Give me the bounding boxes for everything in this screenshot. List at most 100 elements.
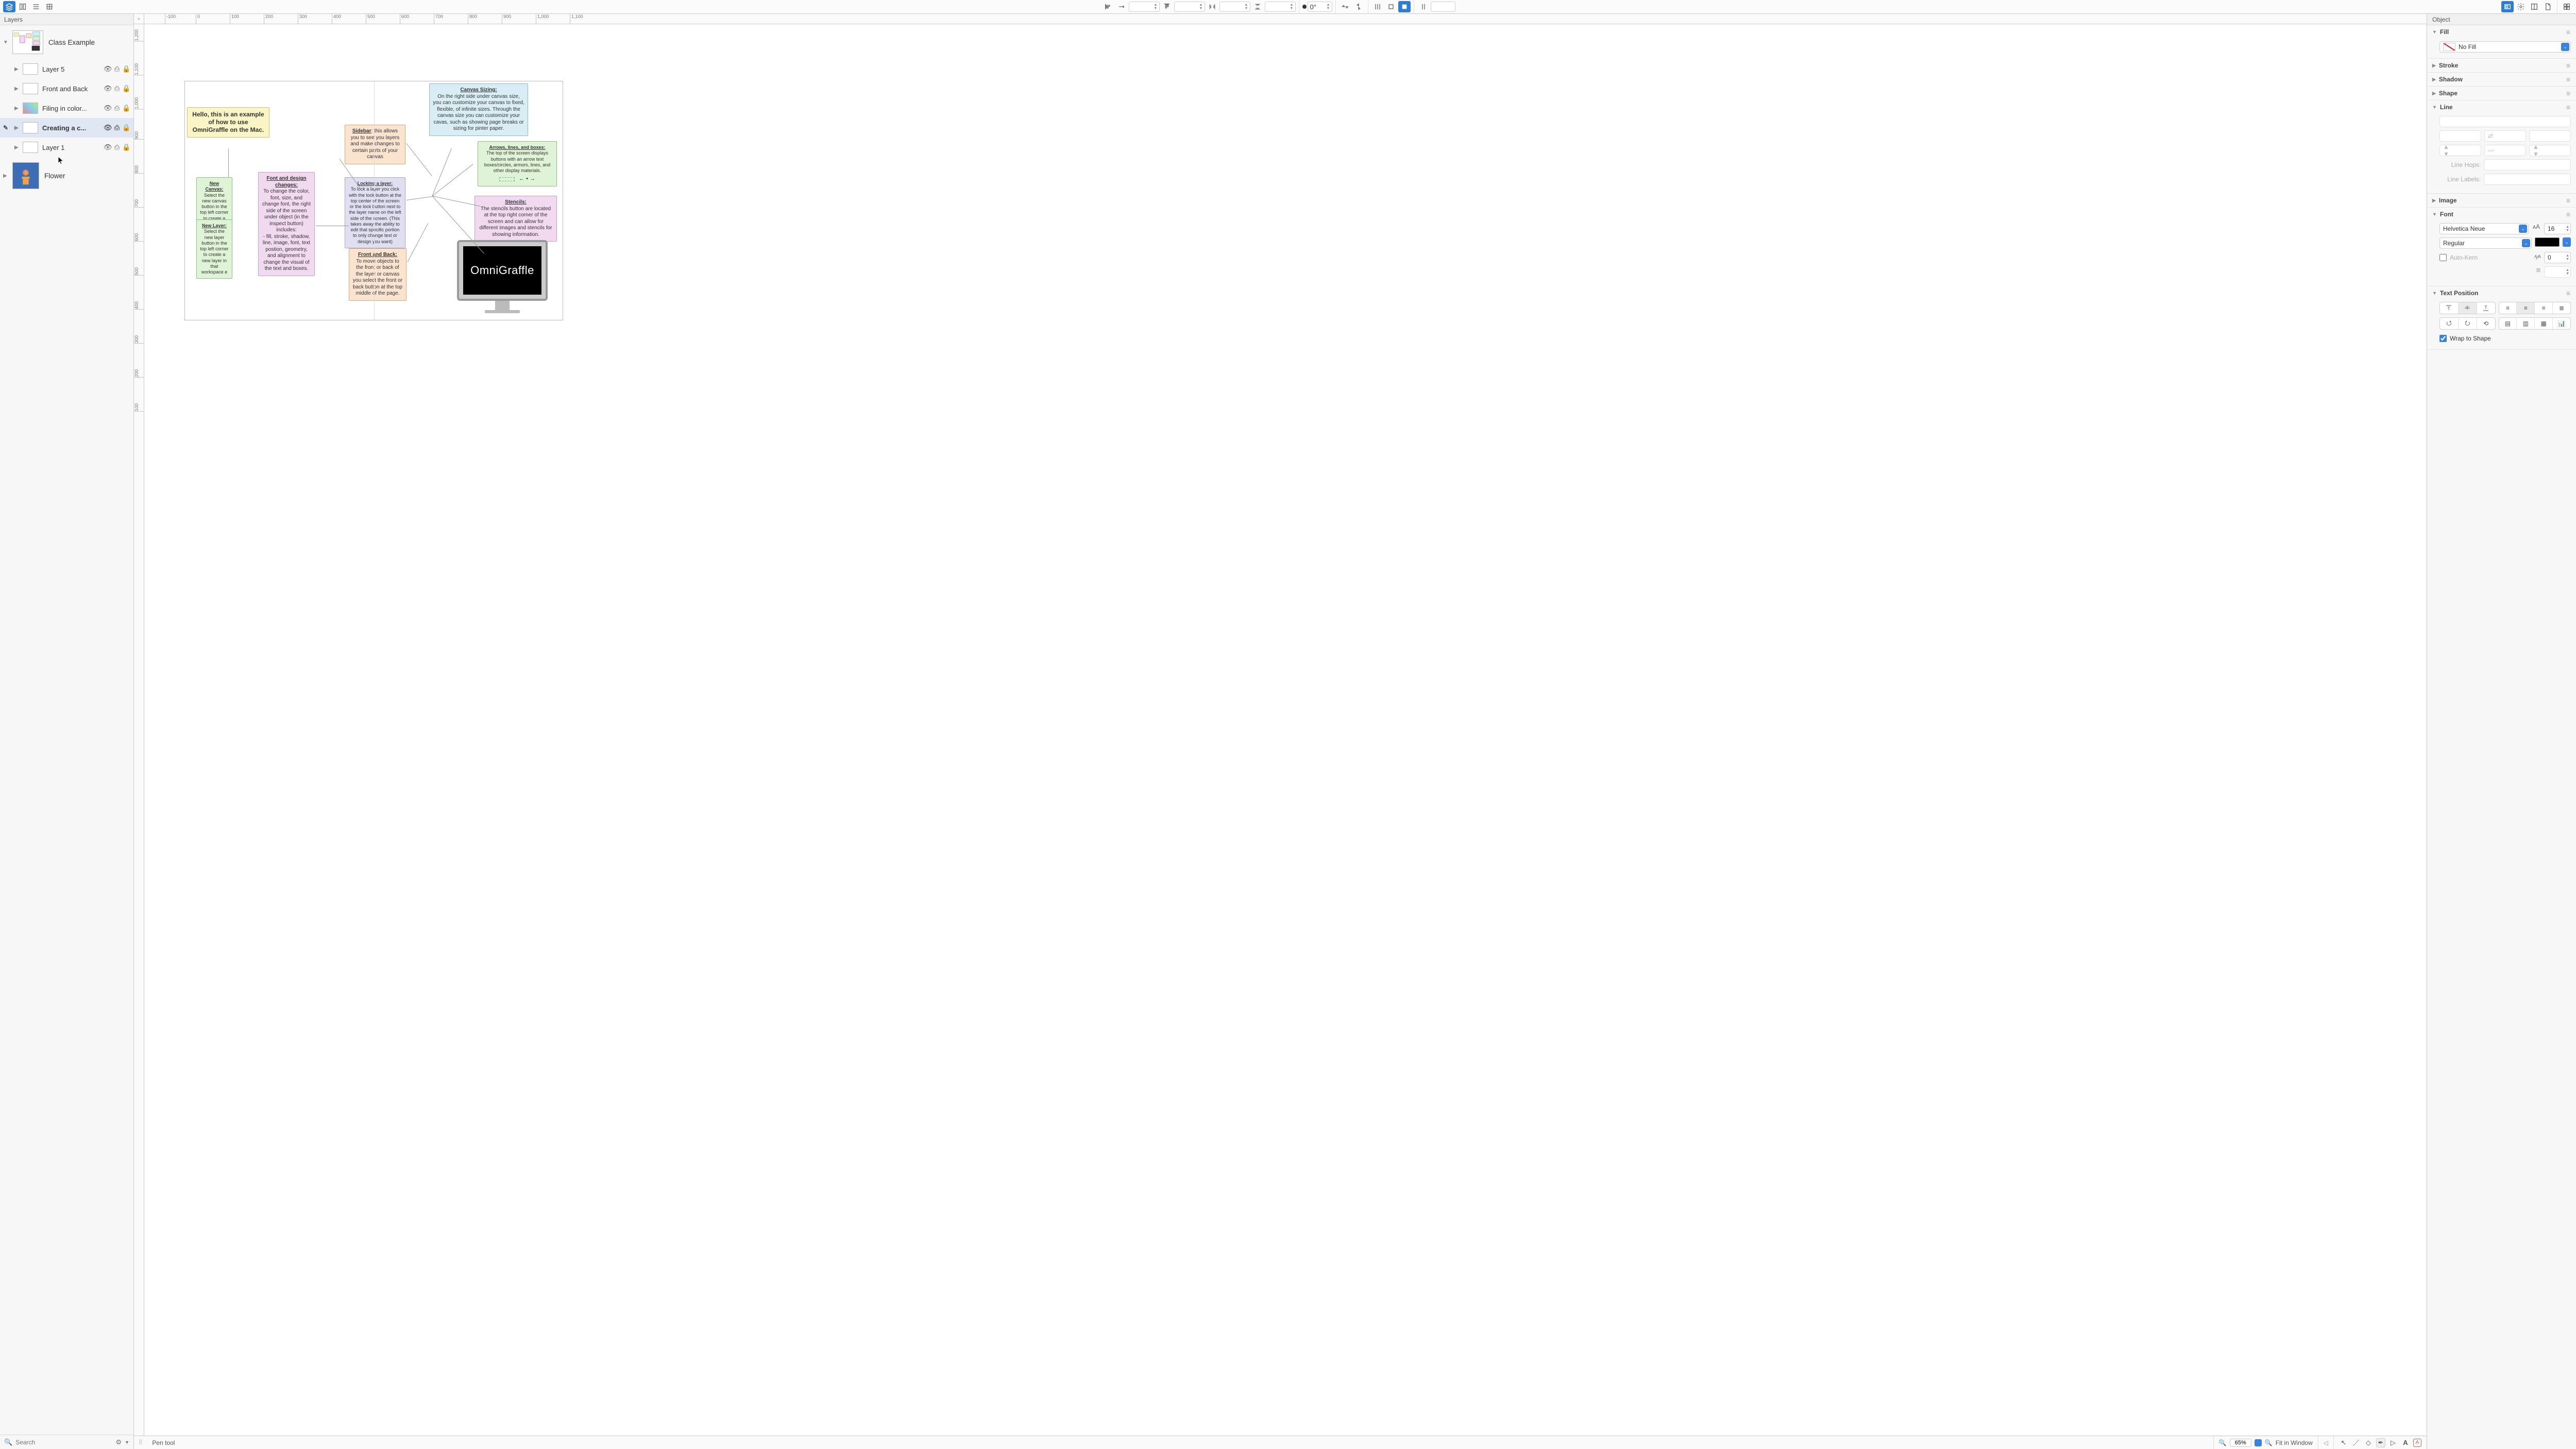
valign-bottom-icon[interactable]: T <box>2477 302 2495 314</box>
node-font[interactable]: Font and design changes: To change the c… <box>258 172 315 276</box>
rot-c-icon[interactable]: ⟲ <box>2477 318 2495 329</box>
rot-b-icon[interactable]: ⭮ <box>2458 318 2477 329</box>
font-family-select[interactable]: Helvetica Neue⌄ <box>2439 223 2529 234</box>
layer-item[interactable]: ▶ Filing in color... 👁⎙🔒 <box>0 98 133 118</box>
h-field[interactable]: ▲▼ <box>1265 2 1296 12</box>
section-options-icon[interactable]: ≡ <box>2566 28 2571 36</box>
x-field[interactable]: ▲▼ <box>1129 2 1160 12</box>
lock-icon[interactable]: 🔒 <box>122 124 130 132</box>
print-icon[interactable]: ⎙ <box>113 65 121 73</box>
font-size-field[interactable]: 16▲▼ <box>2544 223 2571 234</box>
canvas-viewport[interactable]: Hello, this is an example of how to use … <box>144 24 2427 1436</box>
sidebar-outline-icon[interactable] <box>16 1 29 12</box>
disclosure-icon[interactable]: ▶ <box>14 125 19 131</box>
flip-v-icon[interactable] <box>1352 1 1365 12</box>
tool-pen-icon[interactable]: ✒ <box>2376 1438 2385 1447</box>
tool-line-icon[interactable]: ／ <box>2351 1438 2361 1447</box>
disclosure-icon[interactable]: ▼ <box>3 40 8 45</box>
lay-b-icon[interactable]: ▥ <box>2516 318 2534 329</box>
line-size-a[interactable]: ▲▼ <box>2439 145 2481 156</box>
disclosure-icon[interactable]: ▼ <box>2432 105 2437 110</box>
node-sizing[interactable]: Canvas Sizing: On the right side under c… <box>429 83 528 136</box>
align-top-icon[interactable] <box>1161 1 1173 12</box>
lock-icon[interactable]: 🔒 <box>122 104 130 112</box>
line-end-select[interactable] <box>2529 130 2571 142</box>
group-icon[interactable] <box>1417 1 1430 12</box>
visibility-icon[interactable]: 👁 <box>104 104 112 112</box>
section-options-icon[interactable]: ≡ <box>2566 61 2571 70</box>
font-color-well[interactable] <box>2535 237 2560 247</box>
valign-middle-icon[interactable]: T <box>2458 302 2477 314</box>
canvas-item-class-example[interactable]: ▼ Class Example <box>0 25 133 59</box>
inspector-document-icon[interactable] <box>2541 1 2554 12</box>
lock-icon[interactable]: 🔒 <box>122 143 130 151</box>
inspector-canvas-icon[interactable] <box>2528 1 2540 12</box>
line-mid-select[interactable]: ⇄ <box>2484 130 2526 142</box>
lock-icon[interactable]: 🔒 <box>122 84 130 93</box>
line-size-b[interactable]: ▲▼ <box>2529 145 2571 156</box>
valign-top-icon[interactable]: T <box>2440 302 2458 314</box>
tool-selection-icon[interactable]: ↖ <box>2339 1438 2348 1447</box>
spacing-h-icon[interactable] <box>1206 1 1218 12</box>
section-options-icon[interactable]: ≡ <box>2566 196 2571 204</box>
line-type-select[interactable] <box>2439 116 2571 127</box>
halign-left-icon[interactable]: ≡ <box>2499 302 2517 314</box>
fit-window[interactable]: Fit in Window <box>2276 1439 2313 1446</box>
ruler-horizontal[interactable]: -100 0 100 200 300 400 500 600 700 800 9… <box>134 14 2427 24</box>
print-icon[interactable]: ⎙ <box>113 124 121 132</box>
tool-point-icon[interactable]: ▷ <box>2388 1438 2398 1447</box>
layer-item[interactable]: ▶ Layer 1 👁⎙🔒 <box>0 138 133 157</box>
disclosure-icon[interactable]: ▶ <box>14 106 19 111</box>
tool-text-icon[interactable]: A <box>2401 1438 2410 1447</box>
w-field[interactable]: ▲▼ <box>1219 2 1250 12</box>
auto-kern-checkbox[interactable] <box>2439 254 2447 261</box>
prev-page-icon[interactable]: ◁ <box>2324 1439 2328 1446</box>
snap-toggle-icon[interactable] <box>1385 1 1397 12</box>
node-front[interactable]: Front and Back: To move objects to the f… <box>349 248 406 301</box>
inspector-object-icon[interactable] <box>2501 1 2514 12</box>
disclosure-icon[interactable]: ▶ <box>3 173 7 179</box>
y-field[interactable]: ▲▼ <box>1174 2 1205 12</box>
zoom-in-icon[interactable]: 🔍 <box>2265 1439 2273 1446</box>
layer-item-selected[interactable]: ✎ ▶ Creating a c... 👁⎙🔒 <box>0 118 133 138</box>
disclosure-icon[interactable]: ▶ <box>2432 77 2436 82</box>
section-options-icon[interactable]: ≡ <box>2566 89 2571 97</box>
opacity-field[interactable] <box>1431 2 1455 12</box>
fill-type-select[interactable]: No Fill ⌄ <box>2439 41 2571 53</box>
chevron-down-icon[interactable]: ▼ <box>125 1440 129 1445</box>
disclosure-icon[interactable]: ▶ <box>14 86 19 92</box>
visibility-icon[interactable]: 👁 <box>104 143 112 151</box>
section-options-icon[interactable]: ≡ <box>2566 75 2571 83</box>
tool-shape-icon[interactable]: ◇ <box>2364 1438 2373 1447</box>
node-new-layer[interactable]: New Layer: Select the new layer button i… <box>196 219 232 279</box>
sidebar-selection-icon[interactable] <box>30 1 42 12</box>
disclosure-icon[interactable]: ▶ <box>14 145 19 150</box>
node-monitor[interactable]: OmniGraffle <box>457 240 548 301</box>
line-labels-select[interactable] <box>2484 174 2571 185</box>
halign-justify-icon[interactable]: ≣ <box>2552 302 2570 314</box>
distribute-h-icon[interactable] <box>1115 1 1128 12</box>
disclosure-icon[interactable]: ▼ <box>2432 212 2437 217</box>
disclosure-icon[interactable]: ▶ <box>2432 91 2436 96</box>
text-layout-segment[interactable]: ▤ ▥ ▦ 📊 <box>2499 317 2571 330</box>
disclosure-icon[interactable]: ▶ <box>2432 198 2436 203</box>
ruler-origin[interactable]: + <box>134 14 144 24</box>
rot-a-icon[interactable]: ⭯ <box>2440 318 2458 329</box>
line-hops-select[interactable] <box>2484 159 2571 171</box>
zoom-field[interactable] <box>2230 1439 2251 1447</box>
node-stencils[interactable]: Stencils: The stencils button are locate… <box>474 196 557 242</box>
print-icon[interactable]: ⎙ <box>113 84 121 93</box>
inspector-properties-icon[interactable] <box>2515 1 2527 12</box>
disclosure-icon[interactable]: ▼ <box>2432 29 2437 35</box>
visibility-icon[interactable]: 👁 <box>104 84 112 93</box>
ruler-vertical[interactable]: 1,200 1,100 1,000 900 800 700 600 500 40… <box>134 24 144 1436</box>
align-left-icon[interactable] <box>1102 1 1114 12</box>
line-start-select[interactable] <box>2439 130 2481 142</box>
print-icon[interactable]: ⎙ <box>113 104 121 112</box>
line-height-field[interactable]: ▲▼ <box>2544 266 2571 278</box>
halign-center-icon[interactable]: ≡ <box>2516 302 2534 314</box>
disclosure-icon[interactable]: ▶ <box>14 66 19 72</box>
section-options-icon[interactable]: ≡ <box>2566 289 2571 297</box>
section-options-icon[interactable]: ≡ <box>2566 103 2571 111</box>
zoom-out-icon[interactable]: 🔍 <box>2219 1439 2227 1446</box>
